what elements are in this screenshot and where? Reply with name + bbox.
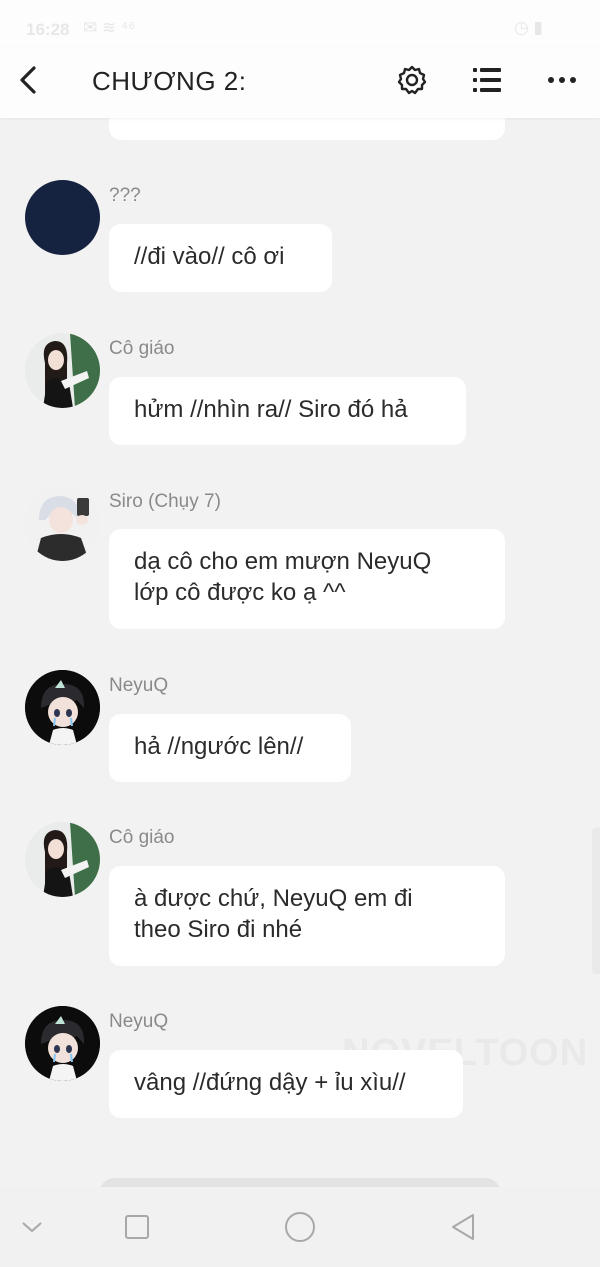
sender-name: NeyuQ xyxy=(109,1011,169,1032)
chevron-down-icon xyxy=(22,1222,42,1233)
nav-back-button[interactable] xyxy=(443,1207,483,1247)
message-text: hửm //nhìn ra// Siro đó hả xyxy=(134,396,408,423)
circle-icon xyxy=(285,1212,315,1242)
message-text-line: à được chứ, NeyuQ em đi xyxy=(134,885,413,912)
message-bubble[interactable]: hửm //nhìn ra// Siro đó hả xyxy=(109,377,466,445)
message-text-line: dạ cô cho em mượn NeyuQ xyxy=(134,548,432,575)
avatar-neyuq[interactable] xyxy=(25,670,100,745)
message-text-line: lớp cô được ko ạ ^^ xyxy=(134,579,346,606)
sender-name: Cô giáo xyxy=(109,338,175,359)
system-nav-bar xyxy=(0,1187,600,1267)
avatar-neyuq[interactable] xyxy=(25,1006,100,1081)
square-icon xyxy=(125,1215,149,1239)
list-icon xyxy=(473,68,501,92)
back-arrow-icon xyxy=(20,66,36,94)
message-text: //đi vào// cô ơi xyxy=(134,243,285,270)
message-text: vâng //đứng dậy + ỉu xìu// xyxy=(134,1069,406,1096)
sender-name: NeyuQ xyxy=(109,675,169,696)
avatar-teacher[interactable] xyxy=(25,822,100,897)
message-bubble[interactable]: hả //ngước lên// xyxy=(109,714,351,782)
top-bar: CHƯƠNG 2: xyxy=(0,48,600,118)
gear-icon xyxy=(397,65,427,95)
chat-area[interactable]: ??? //đi vào// cô ơi Cô giáo hửm //nhìn … xyxy=(0,0,600,1267)
message-bubble[interactable]: à được chứ, NeyuQ em đi theo Siro đi nhé xyxy=(109,866,505,966)
sender-name: Cô giáo xyxy=(109,827,175,848)
avatar-teacher[interactable] xyxy=(25,333,100,408)
message-text-line: theo Siro đi nhé xyxy=(134,916,303,943)
sender-name: Siro (Chụy 7) xyxy=(109,491,221,512)
chapter-title: CHƯƠNG 2: xyxy=(92,66,247,96)
more-options-button[interactable] xyxy=(542,60,582,100)
sender-name: ??? xyxy=(109,185,141,206)
avatar-siro[interactable] xyxy=(25,486,100,561)
message-bubble[interactable]: //đi vào// cô ơi xyxy=(109,224,332,292)
message-bubble[interactable]: vâng //đứng dậy + ỉu xìu// xyxy=(109,1050,463,1118)
nav-recents-button[interactable] xyxy=(117,1207,157,1247)
nav-home-button[interactable] xyxy=(280,1207,320,1247)
nav-collapse-button[interactable] xyxy=(12,1207,52,1247)
message-text: hả //ngước lên// xyxy=(134,733,304,760)
more-dots-icon xyxy=(548,77,576,83)
back-button[interactable] xyxy=(14,62,44,98)
scroll-handle[interactable] xyxy=(592,828,600,974)
chapter-list-button[interactable] xyxy=(467,60,507,100)
triangle-back-icon xyxy=(452,1214,474,1240)
message-bubble[interactable]: dạ cô cho em mượn NeyuQ lớp cô được ko ạ… xyxy=(109,529,505,629)
settings-button[interactable] xyxy=(392,60,432,100)
avatar-unknown[interactable] xyxy=(25,180,100,255)
